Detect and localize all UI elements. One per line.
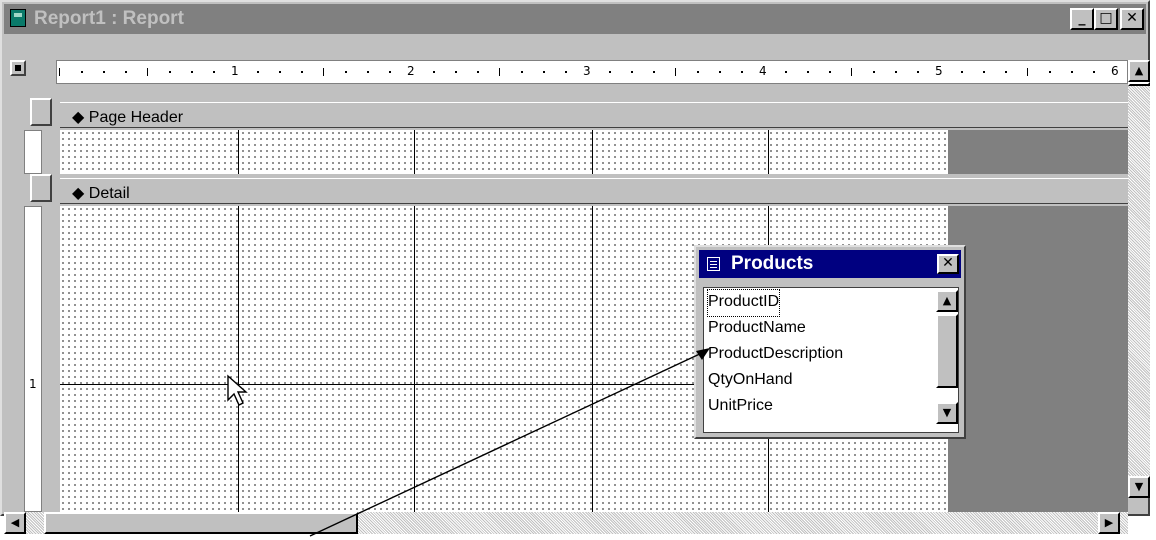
annotation-arrow [309, 351, 705, 537]
overlay [227, 348, 710, 537]
arrowhead-icon [696, 348, 710, 360]
mouse-pointer-icon [227, 374, 248, 406]
